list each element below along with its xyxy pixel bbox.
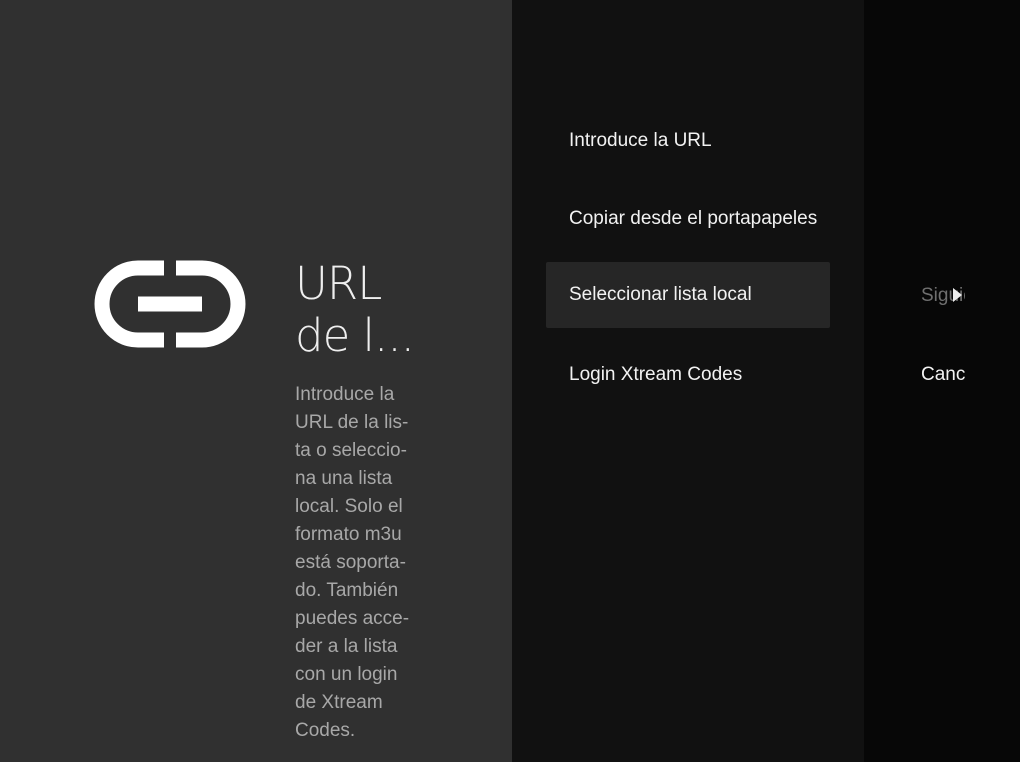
chevron-right-icon[interactable] [953,288,962,302]
actions-panel: Introduce la URL Copiar desde el portapa… [512,0,864,762]
description-line: Introduce la [295,384,395,405]
description-line: puedes acce- [295,608,410,629]
guidance-title-line: URL [295,257,382,310]
description-line: na una lista [295,468,393,489]
action-login-xtream[interactable]: Login Xtream Codes [546,342,830,408]
action-enter-url[interactable]: Introduce la URL [546,108,830,174]
action-select-local-list[interactable]: Seleccionar lista local [546,262,830,328]
description-line: Codes. [295,720,356,741]
description-line: con un login [295,664,398,685]
guidance-description: Introduce la URL de la lis- ta o selecci… [295,381,425,745]
guidance-title-line: de l... [295,309,415,362]
guidance-panel: URL de l... Introduce la URL de la lis- … [0,0,512,762]
cancel-button[interactable]: Cancelar [921,364,965,386]
description-line: der a la lista [295,636,398,657]
description-line: URL de la lis- [295,412,409,433]
description-line: local. Solo el [295,496,403,517]
link-icon [94,260,246,348]
description-line: ta o seleccio- [295,440,407,461]
description-line: está soporta- [295,552,406,573]
description-line: do. También [295,580,399,601]
action-copy-clipboard[interactable]: Copiar desde el portapapeles [546,186,830,252]
buttons-panel: Siguiente Cancelar [864,0,1020,762]
guidance-title: URL de l... [295,258,445,362]
description-line: de Xtream [295,692,383,713]
description-line: formato m3u [295,524,402,545]
